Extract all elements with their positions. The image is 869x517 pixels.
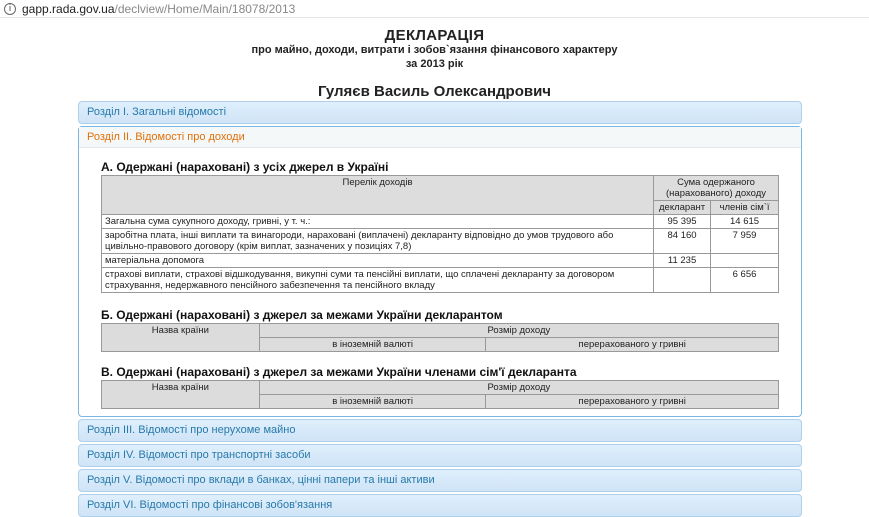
url-text[interactable]: gapp.rada.gov.ua/declview/Home/Main/1807…: [22, 2, 295, 16]
income-a-title: А. Одержані (нараховані) з усіх джерел в…: [101, 160, 389, 174]
section-3-header[interactable]: Розділ III. Відомості про нерухоме майно: [79, 420, 801, 441]
foreign-income-declarant-table: Назва країни Розмір доходу в іноземній в…: [101, 323, 780, 352]
person-name: Гуляєв Василь Олександрович: [317, 83, 552, 100]
income-b-title: Б. Одержані (нараховані) з джерел за меж…: [101, 308, 503, 322]
section-6-header[interactable]: Розділ VI. Відомості про фінансові зобов…: [79, 495, 801, 516]
col-declarant-header: декларант: [653, 200, 712, 215]
row-label: заробітна плата, інші виплати та винагор…: [100, 228, 655, 254]
section-4-header[interactable]: Розділ IV. Відомості про транспортні зас…: [79, 445, 801, 466]
page-subtitle: про майно, доходи, витрати і зобов`язанн…: [251, 44, 618, 56]
row-label: Загальна сума сукупного доходу, гривні, …: [100, 214, 655, 229]
col-uah-header: перерахованого у гривні: [485, 337, 779, 352]
row-family: 14 615: [710, 214, 779, 229]
section-2-panel: Розділ II. Відомості про доходи А. Одерж…: [78, 126, 802, 417]
url-path: /declview/Home/Main/18078/2013: [114, 1, 296, 16]
col-foreign-header: в іноземній валюті: [258, 337, 487, 352]
section-1-header[interactable]: Розділ I. Загальні відомості: [79, 102, 801, 123]
col-uah-header: перерахованого у гривні: [485, 394, 779, 409]
income-table: Перелік доходів Сума одержаного (нарахов…: [100, 175, 779, 293]
info-icon[interactable]: i: [4, 2, 16, 15]
section-5-panel[interactable]: Розділ V. Відомості про вклади в банках,…: [78, 469, 802, 492]
row-declarant: 11 235: [653, 253, 712, 268]
col-amount-header: Розмір доходу: [258, 323, 780, 338]
url-host: gapp.rada.gov.ua: [22, 1, 115, 16]
table-row: страхові виплати, страхові відшкодування…: [100, 267, 779, 293]
section-1-panel[interactable]: Розділ I. Загальні відомості: [78, 101, 802, 124]
table-row: заробітна плата, інші виплати та винагор…: [100, 228, 779, 254]
col-sum-header: Сума одержаного (нарахованого) доходу: [653, 175, 779, 201]
col-country-header: Назва країни: [101, 323, 260, 352]
row-family: 6 656: [710, 267, 779, 293]
row-family: [710, 253, 779, 268]
section-5-header[interactable]: Розділ V. Відомості про вклади в банках,…: [79, 470, 801, 491]
row-label: страхові виплати, страхові відшкодування…: [100, 267, 655, 293]
row-declarant: [653, 267, 712, 293]
section-6-panel[interactable]: Розділ VI. Відомості про фінансові зобов…: [78, 494, 802, 517]
page-title: ДЕКЛАРАЦІЯ: [384, 27, 485, 44]
row-declarant: 84 160: [653, 228, 712, 254]
col-foreign-header: в іноземній валюті: [258, 394, 487, 409]
section-2-header[interactable]: Розділ II. Відомості про доходи: [79, 127, 801, 148]
row-family: 7 959: [710, 228, 779, 254]
col-list-header: Перелік доходів: [100, 175, 655, 215]
row-label: матеріальна допомога: [100, 253, 655, 268]
page-year: за 2013 рік: [405, 58, 464, 70]
col-family-header: членів сім`ї: [710, 200, 779, 215]
address-bar[interactable]: i gapp.rada.gov.ua/declview/Home/Main/18…: [0, 0, 869, 18]
section-4-panel[interactable]: Розділ IV. Відомості про транспортні зас…: [78, 444, 802, 467]
col-country-header: Назва країни: [101, 380, 260, 409]
col-amount-header: Розмір доходу: [258, 380, 780, 395]
table-row: Загальна сума сукупного доходу, гривні, …: [100, 214, 779, 229]
table-row: матеріальна допомога 11 235: [100, 253, 779, 268]
row-declarant: 95 395: [653, 214, 712, 229]
income-c-title: В. Одержані (нараховані) з джерел за меж…: [101, 365, 577, 379]
foreign-income-family-table: Назва країни Розмір доходу в іноземній в…: [101, 380, 780, 409]
section-3-panel[interactable]: Розділ III. Відомості про нерухоме майно: [78, 419, 802, 442]
